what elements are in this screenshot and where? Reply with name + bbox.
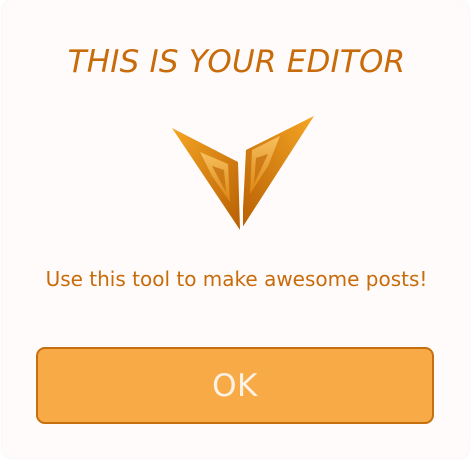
v-wings-logo-icon [172,116,314,230]
dialog-message: Use this tool to make awesome posts! [45,267,428,291]
ok-button[interactable]: OK [36,347,434,424]
ok-button-label: OK [212,367,258,404]
dialog-title: THIS IS YOUR EDITOR [67,44,406,80]
